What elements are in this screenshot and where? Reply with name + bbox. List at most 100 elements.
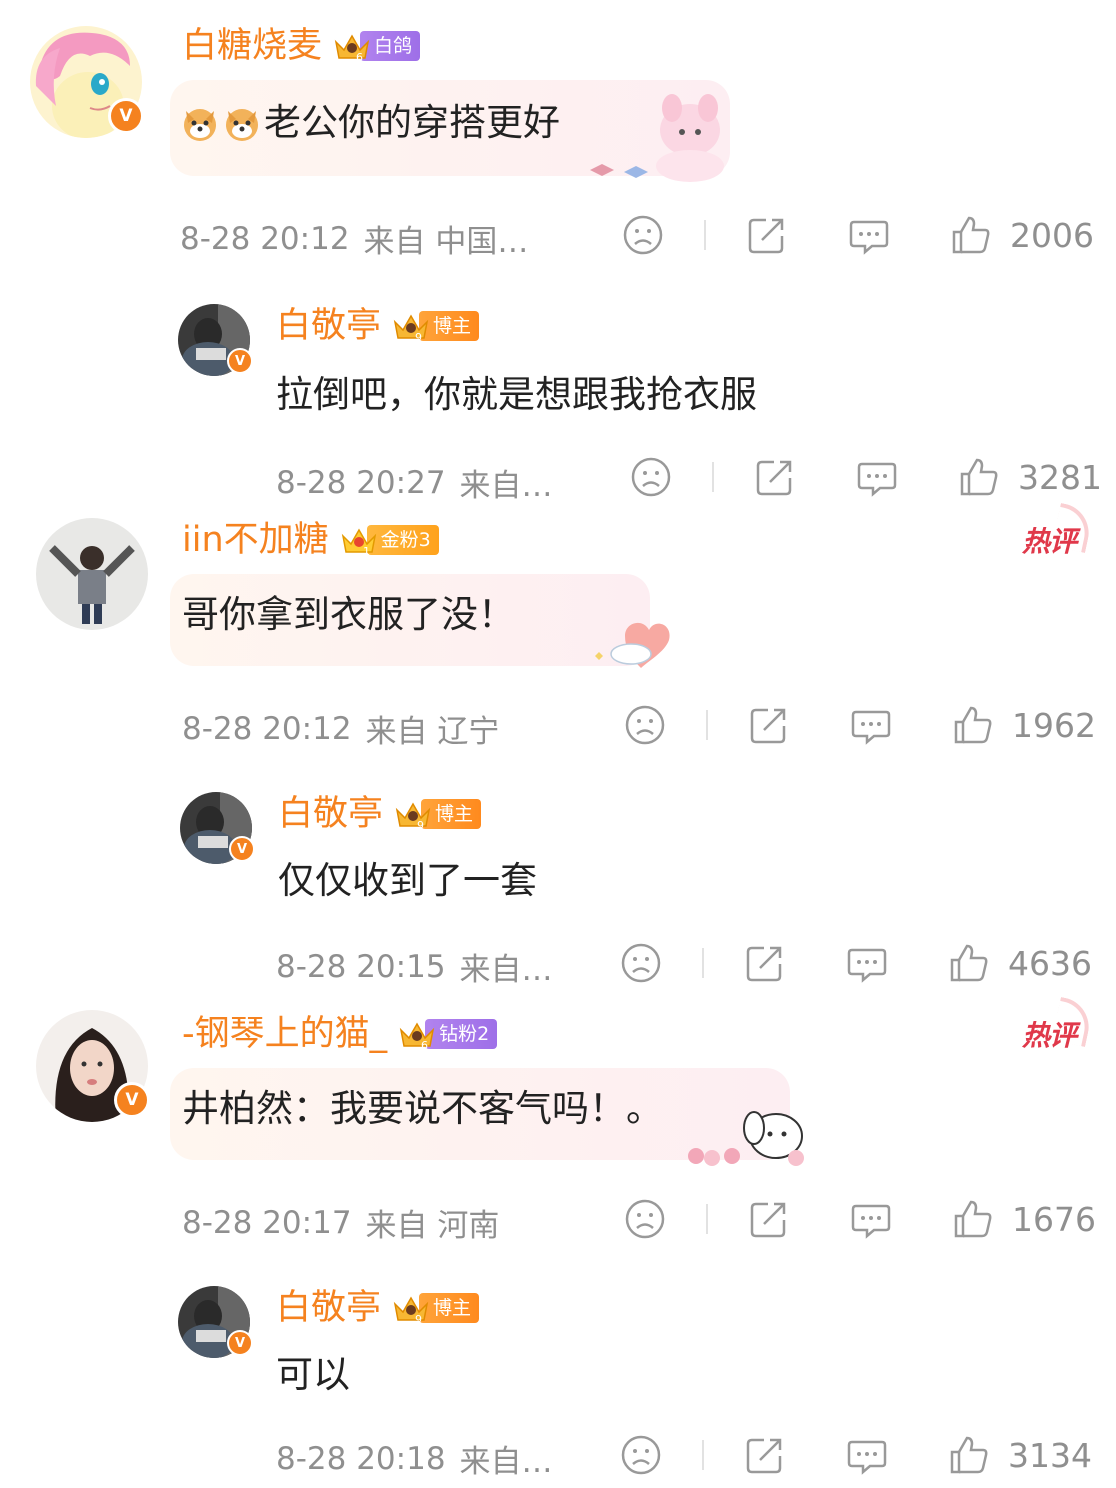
username[interactable]: 白敬亭 xyxy=(278,794,383,834)
timestamp: 8-28 20:12 xyxy=(180,220,350,257)
svg-text:9: 9 xyxy=(415,1313,422,1324)
crown-icon: 6 xyxy=(399,1022,435,1050)
fan-badge[interactable]: 6 钻粉2 xyxy=(397,1018,498,1050)
svg-text:1: 1 xyxy=(363,545,370,556)
comment-meta: 8-28 20:17 来自 河南 xyxy=(182,1200,602,1245)
dislike-button[interactable] xyxy=(618,1432,664,1478)
timestamp: 8-28 20:12 xyxy=(182,710,352,747)
ip-location: 来自… xyxy=(459,952,553,988)
share-icon xyxy=(748,218,784,254)
verified-badge-icon: V xyxy=(227,348,253,374)
blogger-badge[interactable]: 9 博主 xyxy=(391,1292,480,1324)
avatar[interactable]: V xyxy=(178,304,253,376)
share-button[interactable] xyxy=(742,940,788,986)
frown-face-icon xyxy=(631,457,671,497)
svg-text:9: 9 xyxy=(417,819,424,830)
like-button[interactable]: 4636 xyxy=(946,940,1092,986)
crown-icon: 9 xyxy=(395,802,431,830)
comment-icon xyxy=(847,1440,887,1475)
thumbs-up-icon xyxy=(954,706,992,744)
avatar[interactable]: V xyxy=(180,792,255,864)
dislike-button[interactable] xyxy=(622,702,668,748)
share-icon xyxy=(750,1202,786,1238)
comment-actions: 1676 xyxy=(622,1196,1096,1242)
username[interactable]: 白敬亭 xyxy=(276,1288,381,1328)
reply-button[interactable] xyxy=(844,1432,890,1478)
comment-icon xyxy=(851,710,891,745)
avatar[interactable]: V xyxy=(36,1010,150,1122)
like-button[interactable]: 1962 xyxy=(950,702,1096,748)
thumbs-up-icon xyxy=(950,944,988,982)
verified-badge-icon: V xyxy=(114,1082,150,1118)
share-button[interactable] xyxy=(742,1432,788,1478)
timestamp: 8-28 20:15 xyxy=(276,948,446,985)
like-count: 4636 xyxy=(1008,943,1092,983)
comment-meta: 8-28 20:12 来自 辽宁 xyxy=(182,706,602,751)
verified-badge-icon: V xyxy=(229,836,255,862)
comment-header: 白糖烧麦 6 白鸽 xyxy=(182,26,421,66)
comment-header: -钢琴上的猫_ 6 钻粉2 xyxy=(182,1014,498,1054)
username[interactable]: 白敬亭 xyxy=(276,306,381,346)
fan-badge[interactable]: 1 金粉3 xyxy=(339,524,439,556)
svg-text:6: 6 xyxy=(421,1039,428,1050)
username[interactable]: 白糖烧麦 xyxy=(182,26,322,66)
avatar[interactable] xyxy=(36,518,148,630)
blogger-badge[interactable]: 9 博主 xyxy=(391,310,480,342)
reply-text: 拉倒吧，你就是想跟我抢衣服 xyxy=(276,373,757,416)
blogger-badge[interactable]: 9 博主 xyxy=(393,798,482,830)
comment-icon xyxy=(849,220,889,255)
frown-face-icon xyxy=(621,1435,661,1475)
ip-location: 来自 辽宁 xyxy=(365,714,500,750)
ip-location: 来自… xyxy=(459,1444,553,1480)
dog-face-emoji-icon xyxy=(184,109,216,141)
reply-header: 白敬亭 9 博主 xyxy=(278,794,482,834)
puppy-sticker-decoration xyxy=(688,1111,804,1166)
like-count: 2006 xyxy=(1010,215,1094,255)
thumbs-up-icon xyxy=(954,1200,992,1238)
crown-icon: 1 xyxy=(341,528,376,556)
comment-text: 老公你的穿搭更好 xyxy=(180,100,560,146)
dislike-button[interactable] xyxy=(628,454,674,500)
share-button[interactable] xyxy=(744,212,790,258)
dislike-button[interactable] xyxy=(620,212,666,258)
thumbs-up-icon xyxy=(952,216,990,254)
like-button[interactable]: 2006 xyxy=(948,212,1094,258)
divider xyxy=(712,462,714,492)
avatar[interactable]: V xyxy=(178,1286,253,1358)
reply-button[interactable] xyxy=(844,940,890,986)
reply-button[interactable] xyxy=(854,454,900,500)
like-button[interactable]: 1676 xyxy=(950,1196,1096,1242)
svg-text:9: 9 xyxy=(415,331,422,342)
frown-face-icon xyxy=(623,215,663,255)
reply-button[interactable] xyxy=(848,702,894,748)
share-button[interactable] xyxy=(752,454,798,500)
reply-text: 仅仅收到了一套 xyxy=(278,859,537,902)
avatar[interactable]: V xyxy=(30,26,144,138)
username[interactable]: -钢琴上的猫_ xyxy=(182,1014,387,1054)
fan-badge[interactable]: 6 白鸽 xyxy=(332,30,421,62)
comment-header: iin不加糖 1 金粉3 xyxy=(182,520,439,560)
verified-badge-icon: V xyxy=(108,98,144,134)
like-button[interactable]: 3281 xyxy=(956,454,1102,500)
reply-button[interactable] xyxy=(848,1196,894,1242)
hot-comment-badge: 热评 xyxy=(1022,520,1077,560)
share-icon xyxy=(746,1438,782,1474)
dislike-button[interactable] xyxy=(618,940,664,986)
divider xyxy=(702,948,704,978)
reply-meta: 8-28 20:27 来自… xyxy=(276,460,596,505)
reply-header: 白敬亭 9 博主 xyxy=(276,306,480,346)
share-button[interactable] xyxy=(746,702,792,748)
like-button[interactable]: 3134 xyxy=(946,1432,1092,1478)
share-button[interactable] xyxy=(746,1196,792,1242)
ip-location: 来自 中国… xyxy=(363,224,529,260)
like-count: 3281 xyxy=(1018,457,1102,497)
share-icon xyxy=(756,460,792,496)
hot-comment-badge: 热评 xyxy=(1022,1014,1077,1054)
ip-location: 来自 河南 xyxy=(365,1208,500,1244)
reply-actions: 3281 xyxy=(628,454,1102,500)
dislike-button[interactable] xyxy=(622,1196,668,1242)
reply-button[interactable] xyxy=(846,212,892,258)
username[interactable]: iin不加糖 xyxy=(182,520,329,560)
timestamp: 8-28 20:17 xyxy=(182,1204,352,1241)
comment-text: 井柏然：我要说不客气吗！。 xyxy=(182,1087,663,1130)
